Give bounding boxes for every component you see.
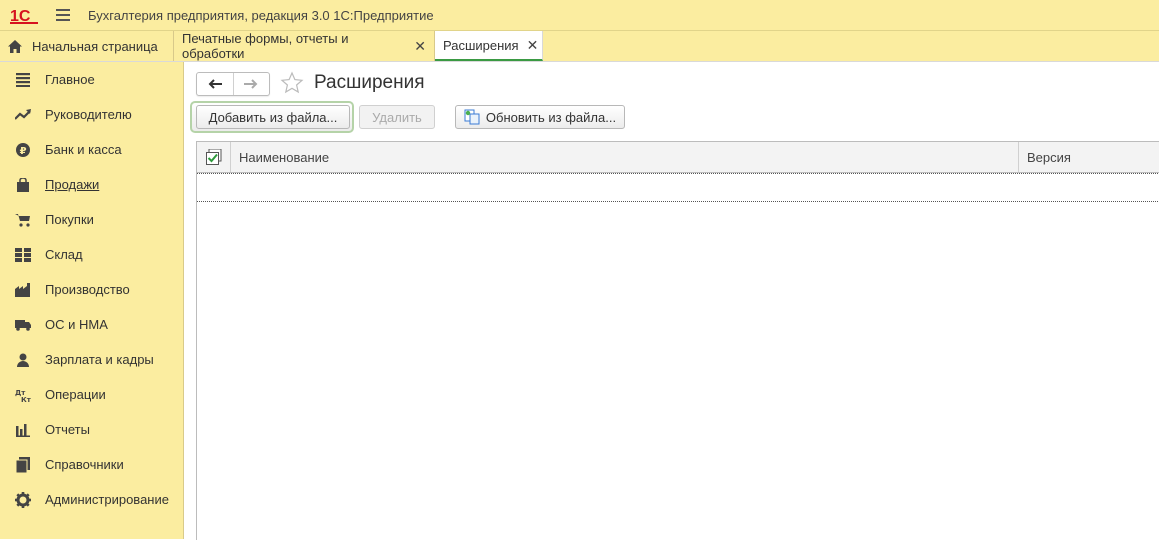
sidebar-item-salary[interactable]: Зарплата и кадры	[0, 342, 183, 377]
sidebar-item-sales[interactable]: Продажи	[0, 167, 183, 202]
trend-icon	[14, 106, 32, 124]
sidebar-item-label: Администрирование	[45, 492, 169, 507]
sidebar-item-label: Справочники	[45, 457, 124, 472]
tab-extensions[interactable]: Расширения ✕	[435, 31, 543, 61]
sidebar-item-main[interactable]: Главное	[0, 62, 183, 97]
1c-logo-icon: 1С	[10, 8, 38, 24]
tab-label: Печатные формы, отчеты и обработки	[182, 31, 349, 61]
sidebar-item-label: Покупки	[45, 212, 94, 227]
sidebar-item-label: Отчеты	[45, 422, 90, 437]
sidebar-item-bank[interactable]: ₽ Банк и касса	[0, 132, 183, 167]
tab-label: Расширения	[443, 37, 519, 53]
bar-chart-icon	[14, 421, 32, 439]
column-header-name[interactable]: Наименование	[231, 142, 1019, 172]
button-label: Обновить из файла...	[485, 109, 617, 125]
sidebar-item-warehouse[interactable]: Склад	[0, 237, 183, 272]
main-menu-icon[interactable]	[56, 8, 72, 22]
sidebar: Главное Руководителю ₽ Банк и касса Прод…	[0, 62, 184, 539]
sidebar-item-label: Главное	[45, 72, 95, 87]
select-all-checkbox[interactable]	[197, 142, 231, 172]
ruble-icon: ₽	[14, 141, 32, 159]
bag-icon	[14, 176, 32, 194]
sidebar-item-label: Зарплата и кадры	[45, 352, 154, 367]
svg-text:₽: ₽	[20, 146, 27, 157]
toolbar: Добавить из файла... Удалить Обновить из…	[190, 101, 1152, 134]
factory-icon	[14, 281, 32, 299]
sidebar-item-label: Продажи	[45, 177, 100, 192]
sidebar-item-label: Руководителю	[45, 107, 132, 122]
cart-icon	[14, 211, 32, 229]
svg-text:1С: 1С	[10, 8, 31, 24]
svg-text:Кт: Кт	[21, 396, 31, 402]
update-file-icon	[464, 109, 480, 125]
table-header: Наименование Версия	[197, 142, 1159, 173]
sidebar-item-label: Производство	[45, 282, 130, 297]
title-bar: 1С Бухгалтерия предприятия, редакция 3.0…	[0, 0, 1159, 31]
sidebar-item-label: Операции	[45, 387, 106, 402]
main-content: Расширения Добавить из файла... Удалить …	[184, 62, 1159, 540]
arrow-left-icon	[208, 79, 222, 89]
sidebar-item-production[interactable]: Производство	[0, 272, 183, 307]
back-button[interactable]	[197, 73, 233, 95]
extensions-table: Наименование Версия	[196, 141, 1159, 540]
tab-label: Начальная страница	[32, 38, 158, 54]
page-title: Расширения	[314, 72, 425, 93]
person-icon	[14, 351, 32, 369]
tab-print-forms[interactable]: Печатные формы, отчеты и обработки ✕	[174, 31, 435, 61]
sidebar-item-directories[interactable]: Справочники	[0, 447, 183, 482]
sidebar-item-purchases[interactable]: Покупки	[0, 202, 183, 237]
table-row[interactable]	[197, 173, 1159, 202]
books-icon	[14, 456, 32, 474]
tab-home[interactable]: Начальная страница	[0, 31, 174, 61]
close-icon[interactable]: ✕	[414, 38, 426, 55]
arrow-right-icon	[244, 79, 258, 89]
sidebar-item-manager[interactable]: Руководителю	[0, 97, 183, 132]
sidebar-item-fixed-assets[interactable]: ОС и НМА	[0, 307, 183, 342]
sidebar-item-operations[interactable]: Дт Кт Операции	[0, 377, 183, 412]
close-icon[interactable]: ✕	[527, 37, 539, 54]
forward-button[interactable]	[232, 73, 270, 95]
sidebar-item-label: ОС и НМА	[45, 317, 108, 332]
delete-button[interactable]: Удалить	[359, 105, 435, 129]
gear-icon	[14, 491, 32, 509]
truck-icon	[14, 316, 32, 334]
add-from-file-button[interactable]: Добавить из файла...	[196, 105, 350, 129]
favorite-star-icon[interactable]	[280, 71, 304, 95]
check-all-icon	[205, 149, 221, 165]
button-label: Удалить	[372, 109, 422, 125]
app-title: Бухгалтерия предприятия, редакция 3.0 1С…	[88, 7, 434, 23]
sidebar-item-reports[interactable]: Отчеты	[0, 412, 183, 447]
column-header-version[interactable]: Версия	[1019, 142, 1159, 172]
update-from-file-button[interactable]: Обновить из файла...	[455, 105, 625, 129]
tabs-bar: Начальная страница Печатные формы, отчет…	[0, 31, 1159, 62]
history-nav	[196, 72, 270, 96]
sidebar-item-label: Банк и касса	[45, 142, 122, 157]
sidebar-item-administration[interactable]: Администрирование	[0, 482, 183, 517]
home-icon	[8, 39, 22, 53]
sidebar-item-label: Склад	[45, 247, 83, 262]
button-label: Добавить из файла...	[208, 109, 338, 125]
dt-kt-icon: Дт Кт	[14, 386, 32, 404]
list-icon	[14, 71, 32, 89]
warehouse-icon	[14, 246, 32, 264]
